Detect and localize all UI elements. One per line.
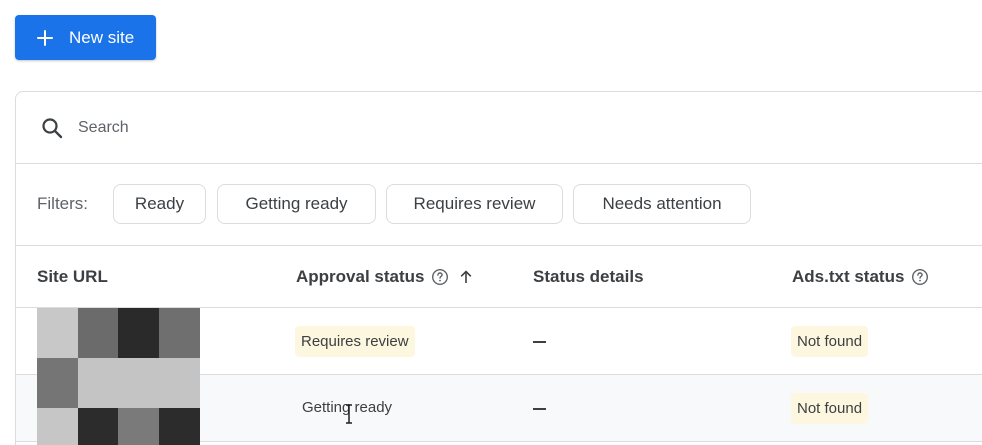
ads-txt-status-badge: Not found bbox=[791, 393, 869, 424]
column-header-ads-txt-status[interactable]: Ads.txt status bbox=[792, 267, 929, 287]
filters-label: Filters: bbox=[37, 194, 88, 213]
sort-ascending-icon[interactable] bbox=[458, 269, 474, 285]
approval-status-badge: Requires review bbox=[295, 326, 415, 357]
search-bar bbox=[16, 92, 982, 164]
status-details-empty bbox=[533, 408, 546, 410]
filter-chip-ready[interactable]: Ready bbox=[113, 184, 206, 224]
status-details-empty bbox=[533, 341, 546, 343]
search-input[interactable] bbox=[78, 114, 578, 142]
column-header-approval-status[interactable]: Approval status bbox=[296, 267, 474, 287]
column-header-site-url[interactable]: Site URL bbox=[37, 267, 108, 287]
filters-bar: Filters: Ready Getting ready Requires re… bbox=[16, 164, 982, 246]
help-icon[interactable] bbox=[911, 268, 929, 286]
filter-chip-getting-ready[interactable]: Getting ready bbox=[217, 184, 376, 224]
new-site-label: New site bbox=[69, 27, 135, 47]
site-url-redacted-thumbnail bbox=[37, 308, 200, 445]
plus-icon bbox=[34, 27, 56, 49]
new-site-button[interactable]: New site bbox=[15, 15, 156, 60]
search-icon[interactable] bbox=[40, 116, 64, 140]
sites-table-card: Filters: Ready Getting ready Requires re… bbox=[15, 91, 982, 445]
filter-chip-requires-review[interactable]: Requires review bbox=[386, 184, 563, 224]
column-header-status-details[interactable]: Status details bbox=[533, 267, 644, 287]
ads-txt-status-badge: Not found bbox=[791, 326, 869, 357]
help-icon[interactable] bbox=[431, 268, 449, 286]
table-header: Site URL Approval status Status details … bbox=[16, 246, 982, 308]
text-cursor-icon bbox=[346, 404, 352, 424]
filter-chip-needs-attention[interactable]: Needs attention bbox=[573, 184, 751, 224]
